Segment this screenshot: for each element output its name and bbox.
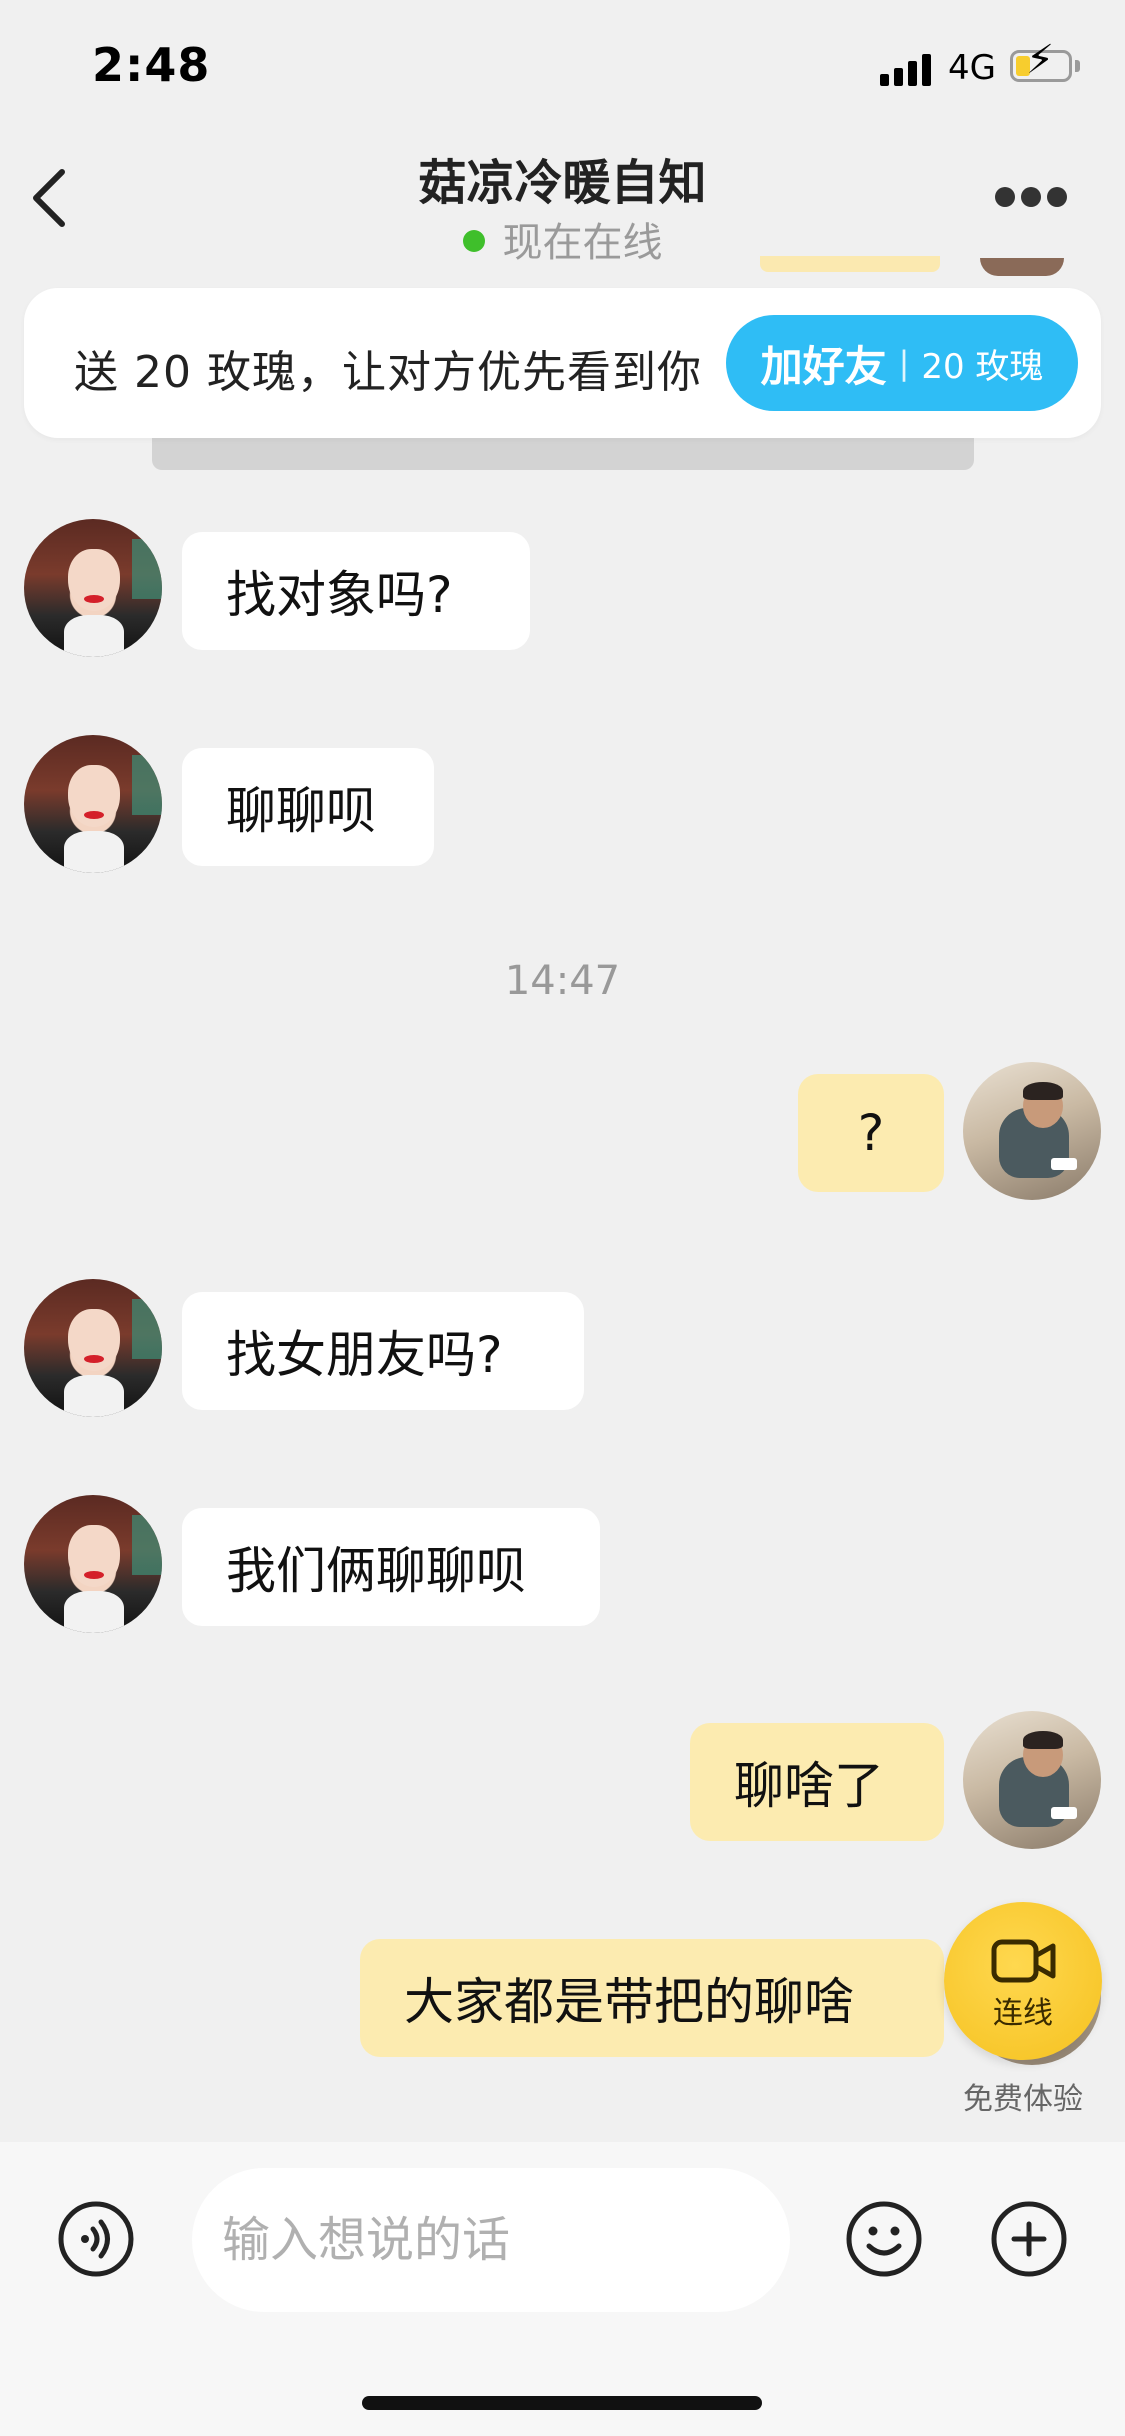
- online-status: 现在在线: [0, 210, 1125, 268]
- time-divider: 14:47: [504, 958, 621, 1004]
- add-friend-button[interactable]: 加好友 | 20 玫瑰: [726, 315, 1078, 411]
- free-trial-caption: 免费体验: [963, 2082, 1083, 2117]
- message-bubble-outgoing[interactable]: ?: [798, 1074, 944, 1192]
- message-bubble-outgoing[interactable]: 大家都是带把的聊啥: [360, 1939, 944, 2057]
- more-dots-icon: [995, 187, 1015, 207]
- my-avatar[interactable]: [963, 1711, 1101, 1849]
- message-input[interactable]: [192, 2168, 790, 2312]
- emoji-button[interactable]: [845, 2200, 923, 2278]
- banner-text: 送 20 玫瑰，让对方优先看到你: [74, 347, 702, 398]
- status-time: 2:48: [92, 38, 211, 92]
- message-bubble-incoming[interactable]: 找对象吗?: [182, 532, 530, 650]
- input-bar: [0, 2142, 1125, 2436]
- status-bar: 2:48 4G ⚡: [0, 0, 1125, 140]
- more-options-button[interactable]: [995, 180, 1067, 214]
- video-call-label: 连线: [993, 1996, 1053, 2031]
- message-bubble-incoming[interactable]: 找女朋友吗?: [182, 1292, 584, 1410]
- previous-bubble-edge: [760, 256, 940, 272]
- previous-avatar-edge: [980, 258, 1064, 276]
- signal-icon: [880, 54, 935, 86]
- plus-icon: [991, 2201, 1067, 2277]
- video-call-button[interactable]: 连线: [944, 1902, 1102, 2060]
- add-friend-cost: 20 玫瑰: [921, 346, 1044, 387]
- contact-avatar[interactable]: [24, 519, 162, 657]
- contact-avatar[interactable]: [24, 1495, 162, 1633]
- message-bubble-incoming[interactable]: 我们俩聊聊呗: [182, 1508, 600, 1626]
- page-title: 菇凉冷暖自知: [418, 155, 707, 211]
- online-dot-icon: [462, 230, 485, 252]
- voice-button[interactable]: [57, 2200, 135, 2278]
- home-indicator[interactable]: [362, 2396, 762, 2410]
- network-type: 4G: [948, 48, 996, 88]
- message-bubble-incoming[interactable]: 聊聊呗: [182, 748, 434, 866]
- add-friend-label: 加好友: [760, 341, 887, 391]
- voice-icon: [58, 2201, 134, 2277]
- contact-avatar[interactable]: [24, 1279, 162, 1417]
- online-status-text: 现在在线: [502, 220, 663, 266]
- plus-button[interactable]: [990, 2200, 1068, 2278]
- emoji-icon: [846, 2201, 922, 2277]
- my-avatar[interactable]: [963, 1062, 1101, 1200]
- message-bubble-outgoing[interactable]: 聊啥了: [690, 1723, 944, 1841]
- video-camera-icon: [991, 1939, 1056, 1983]
- charging-bolt-icon: ⚡: [1026, 37, 1055, 83]
- contact-avatar[interactable]: [24, 735, 162, 873]
- rose-promo-banner: 送 20 玫瑰，让对方优先看到你 加好友 | 20 玫瑰: [24, 288, 1101, 438]
- battery-tip: [1075, 60, 1080, 72]
- add-friend-separator: |: [898, 344, 910, 382]
